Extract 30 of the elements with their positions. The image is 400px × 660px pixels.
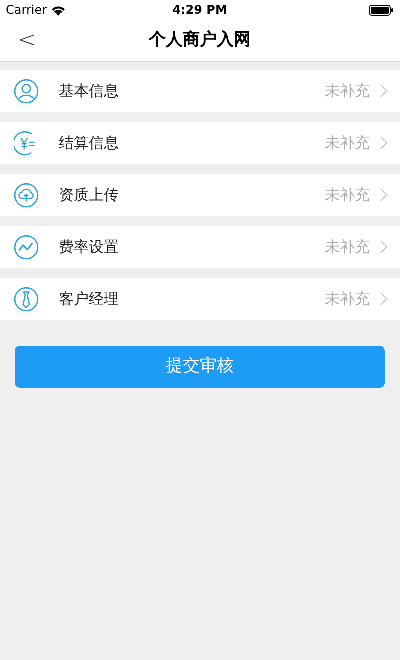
- row-status: 未补充: [325, 132, 370, 154]
- row-status: 未补充: [325, 184, 370, 206]
- menu-row[interactable]: 客户经理 未补充: [0, 278, 400, 320]
- row-label: 基本信息: [59, 80, 119, 102]
- row-label: 资质上传: [59, 184, 119, 206]
- chevron-icon: [380, 136, 388, 150]
- menu-row[interactable]: 资质上传 未补充: [0, 174, 400, 216]
- menu-row[interactable]: 基本信息 未补充: [0, 70, 400, 112]
- row-status: 未补充: [325, 236, 370, 258]
- menu-row[interactable]: 费率设置 未补充: [0, 226, 400, 268]
- menu-row[interactable]: 结算信息 未补充: [0, 122, 400, 164]
- carrier-text: Carrier: [6, 2, 48, 19]
- row-status: 未补充: [325, 288, 370, 310]
- tie-icon: [14, 286, 39, 312]
- chevron-icon: [380, 292, 388, 306]
- battery-icon: [369, 4, 394, 16]
- row-status: 未补充: [325, 80, 370, 102]
- status-time: 4:29 PM: [172, 2, 228, 19]
- page-title: 个人商户入网: [149, 28, 251, 52]
- back-button[interactable]: <: [18, 30, 36, 52]
- chevron-icon: [380, 84, 388, 98]
- person-icon: [14, 78, 39, 104]
- row-label: 客户经理: [59, 288, 119, 310]
- cloud-upload-icon: [14, 182, 39, 208]
- wifi-icon: [51, 4, 66, 16]
- row-label: 费率设置: [59, 236, 119, 258]
- chevron-icon: [380, 188, 388, 202]
- trend-chart-icon: [14, 234, 39, 260]
- row-label: 结算信息: [59, 132, 119, 154]
- chevron-icon: [380, 240, 388, 254]
